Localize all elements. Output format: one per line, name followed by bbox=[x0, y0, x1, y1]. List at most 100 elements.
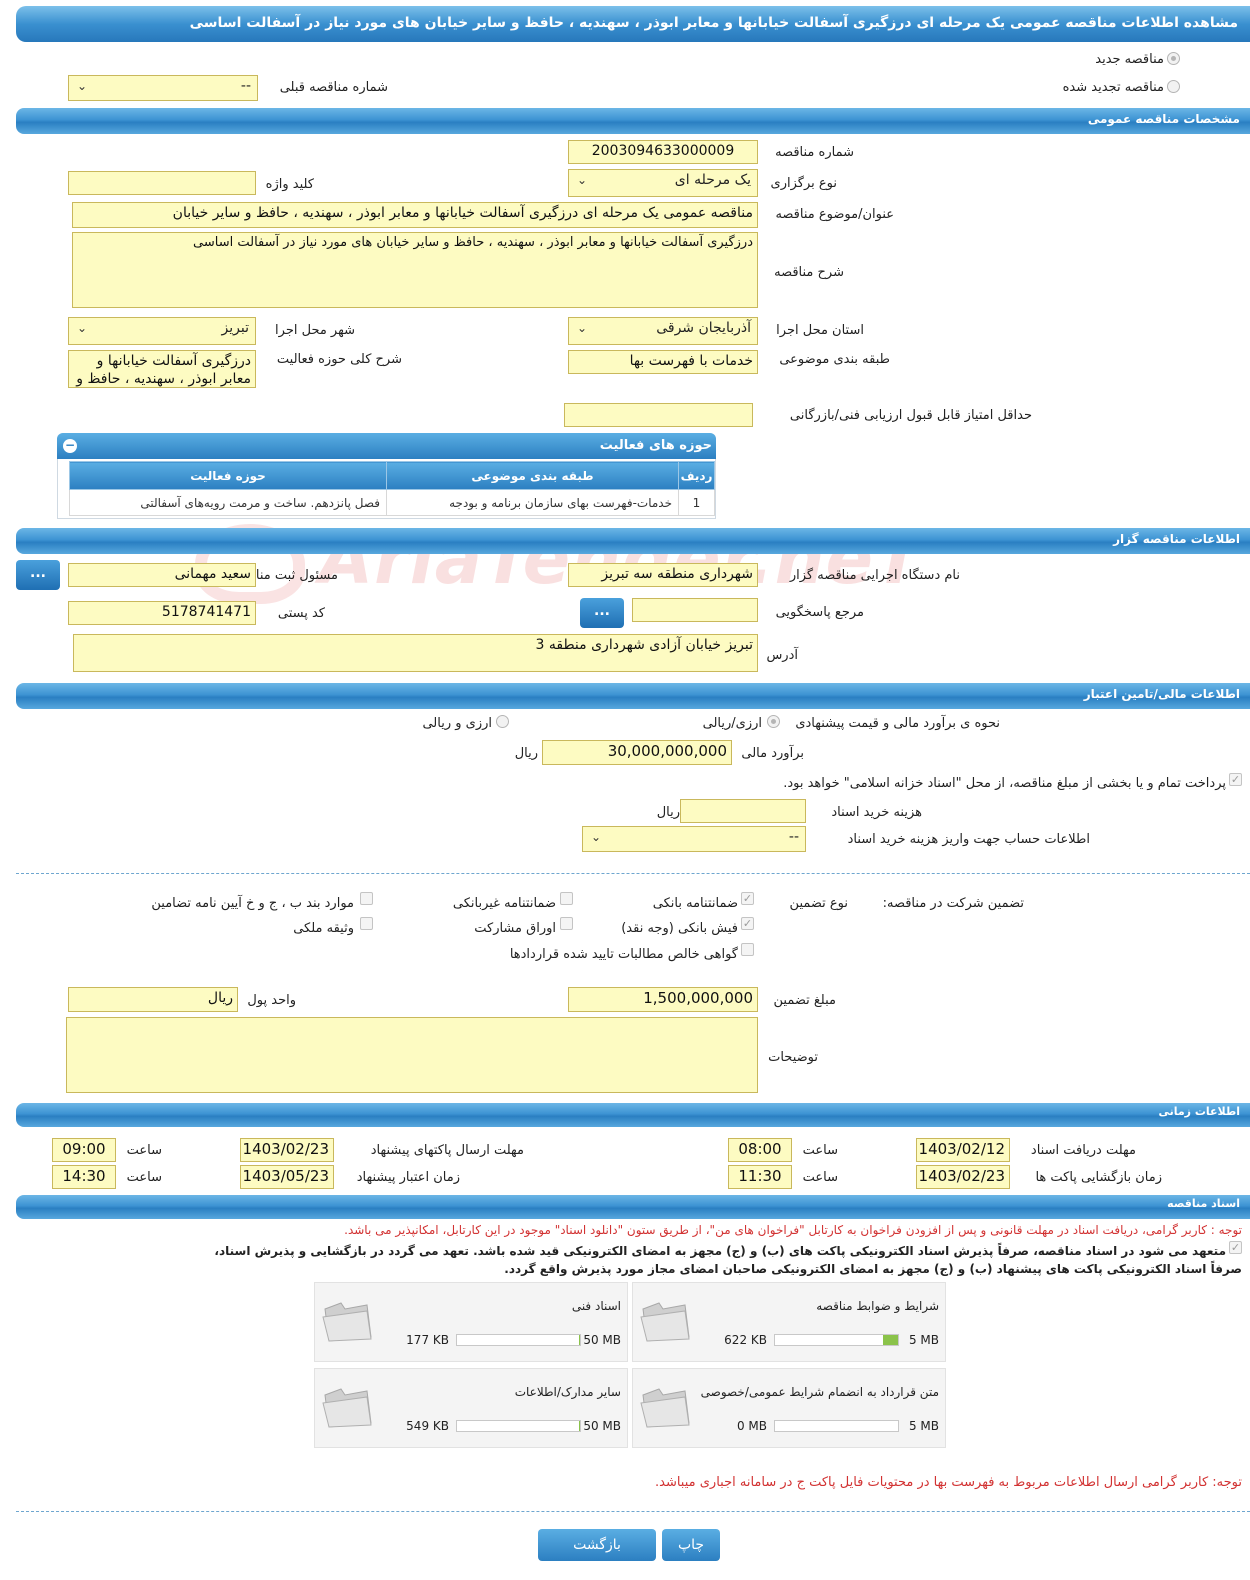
holding-type-select[interactable]: یک مرحله ای ⌄ bbox=[568, 169, 758, 197]
holding-type-label: نوع برگزاری bbox=[770, 176, 837, 191]
doc-receive-label: مهلت دریافت اسناد bbox=[1030, 1143, 1136, 1158]
treasury-checkbox[interactable]: ✓ bbox=[1229, 773, 1242, 786]
doc-progress bbox=[774, 1334, 899, 1346]
organizer-section-header: اطلاعات مناقصه گزار bbox=[16, 528, 1250, 554]
doc-card-other[interactable]: سایر مدارک/اطلاعات 50 MB 549 KB bbox=[314, 1368, 628, 1448]
doc-size: 177 KB bbox=[406, 1333, 449, 1347]
min-score-field[interactable] bbox=[564, 403, 753, 427]
keyword-field[interactable] bbox=[68, 171, 256, 195]
collapse-icon[interactable]: − bbox=[63, 439, 77, 453]
divider bbox=[16, 1511, 1250, 1512]
doc-title: سایر مدارک/اطلاعات bbox=[514, 1385, 621, 1399]
address-field[interactable]: تبریز خیابان آزادی شهرداری منطقه 3 bbox=[73, 634, 758, 672]
notes-label: توضیحات bbox=[768, 1050, 818, 1065]
participation-bonds-checkbox[interactable] bbox=[560, 917, 573, 930]
keyword-label: کلید واژه bbox=[265, 177, 314, 192]
doc-receive-time[interactable]: 08:00 bbox=[728, 1138, 792, 1162]
doc-size: 0 MB bbox=[736, 1419, 767, 1433]
province-select[interactable]: آذربایجان شرقی ⌄ bbox=[568, 317, 758, 345]
activity-desc-label: شرح کلی حوزه فعالیت bbox=[276, 352, 402, 367]
property-collateral-label: وثیقه ملکی bbox=[293, 921, 354, 936]
estimate-method-label: نحوه ی برآورد مالی و قیمت پیشنهادی bbox=[795, 716, 1000, 731]
category-label: طبقه بندی موضوعی bbox=[779, 352, 890, 367]
subject-field[interactable]: مناقصه عمومی یک مرحله ای درزگیری آسفالت … bbox=[72, 202, 758, 228]
col-field-header: حوزه فعالیت bbox=[69, 461, 387, 490]
province-label: استان محل اجرا bbox=[776, 323, 864, 338]
doc-progress bbox=[456, 1420, 581, 1432]
city-label: شهر محل اجرا bbox=[275, 323, 355, 338]
folder-icon bbox=[640, 1302, 690, 1342]
description-field[interactable]: درزگیری آسفالت خیابانها و معابر ابوذر ، … bbox=[72, 232, 758, 308]
bank-receipt-checkbox[interactable]: ✓ bbox=[741, 917, 754, 930]
activities-table: ردیف طبقه بندی موضوعی حوزه فعالیت 1 خدما… bbox=[69, 461, 715, 516]
clauses-checkbox[interactable] bbox=[360, 892, 373, 905]
property-collateral-checkbox[interactable] bbox=[360, 917, 373, 930]
download-notice: توجه : کاربر گرامی، دریافت اسناد در مهلت… bbox=[344, 1223, 1242, 1237]
category-field[interactable]: خدمات با فهرست بها bbox=[568, 350, 758, 374]
new-tender-radio[interactable] bbox=[1167, 52, 1180, 65]
table-row: 1 خدمات-فهرست بهای سازمان برنامه و بودجه… bbox=[69, 489, 715, 516]
estimate-field[interactable]: 30,000,000,000 bbox=[542, 740, 732, 765]
guarantee-type-label: نوع تضمین bbox=[789, 896, 848, 911]
nonbank-guarantee-checkbox[interactable] bbox=[560, 892, 573, 905]
folder-icon bbox=[322, 1302, 372, 1342]
responder-field[interactable] bbox=[632, 598, 758, 622]
doc-card-technical[interactable]: اسناد فنی 50 MB 177 KB bbox=[314, 1282, 628, 1362]
nonbank-guarantee-label: ضمانتنامه غیربانکی bbox=[452, 896, 556, 911]
tender-number-field[interactable]: 2003094633000009 bbox=[568, 140, 758, 164]
back-button[interactable]: بازگشت bbox=[538, 1529, 656, 1561]
doc-progress bbox=[456, 1334, 581, 1346]
chevron-down-icon: ⌄ bbox=[591, 830, 602, 844]
claims-certificate-checkbox[interactable] bbox=[741, 943, 754, 956]
doc-max: 5 MB bbox=[908, 1333, 939, 1347]
col-category-header: طبقه بندی موضوعی bbox=[386, 461, 679, 490]
open-date[interactable]: 1403/02/23 bbox=[916, 1165, 1010, 1189]
submit-date[interactable]: 1403/02/23 bbox=[240, 1138, 334, 1162]
commitment-checkbox[interactable]: ✓ bbox=[1229, 1241, 1242, 1254]
chevron-down-icon: ⌄ bbox=[77, 79, 88, 93]
doc-size: 622 KB bbox=[724, 1333, 767, 1347]
address-label: آدرس bbox=[766, 648, 798, 663]
registrar-field[interactable]: سعید مهمانی bbox=[68, 563, 256, 587]
guarantee-label: تضمین شرکت در مناقصه: bbox=[882, 896, 1024, 911]
open-time-label: ساعت bbox=[802, 1170, 838, 1185]
rial-radio[interactable] bbox=[767, 715, 780, 728]
registrar-lookup-button[interactable]: ... bbox=[16, 560, 60, 590]
min-score-label: حداقل امتیاز قابل قبول ارزیابی فنی/بازرگ… bbox=[789, 408, 1032, 423]
bank-guarantee-checkbox[interactable]: ✓ bbox=[741, 892, 754, 905]
doc-max: 5 MB bbox=[908, 1419, 939, 1433]
org-field[interactable]: شهرداری منطقه سه تبریز bbox=[568, 563, 758, 587]
timing-section-header: اطلاعات زمانی bbox=[16, 1103, 1250, 1127]
postal-code-field[interactable]: 5178741471 bbox=[68, 601, 256, 625]
claims-certificate-label: گواهی خالص مطالبات تایید شده قراردادها bbox=[509, 947, 738, 962]
fx-rial-radio[interactable] bbox=[496, 715, 509, 728]
submit-time[interactable]: 09:00 bbox=[52, 1138, 116, 1162]
doc-card-contract[interactable]: متن قرارداد به انضمام شرایط عمومی/خصوصی … bbox=[632, 1368, 946, 1448]
clauses-label: موارد بند ب ، ج و خ آیین نامه تضامین bbox=[151, 896, 354, 911]
doc-progress-fill bbox=[578, 1335, 580, 1345]
chevron-down-icon: ⌄ bbox=[577, 321, 588, 335]
responder-lookup-button[interactable]: ... bbox=[580, 598, 624, 628]
account-select[interactable]: -- ⌄ bbox=[582, 826, 806, 852]
doc-card-conditions[interactable]: شرایط و ضوابط مناقصه 5 MB 622 KB bbox=[632, 1282, 946, 1362]
validity-date[interactable]: 1403/05/23 bbox=[240, 1165, 334, 1189]
guarantee-amount-label: مبلغ تضمین bbox=[773, 993, 836, 1008]
activity-desc-field[interactable]: درزگیری آسفالت خیابانها و معابر ابوذر ، … bbox=[68, 350, 256, 388]
validity-time[interactable]: 14:30 bbox=[52, 1165, 116, 1189]
renewed-tender-radio[interactable] bbox=[1167, 80, 1180, 93]
open-time[interactable]: 11:30 bbox=[728, 1165, 792, 1189]
doc-progress-fill bbox=[578, 1421, 580, 1431]
prev-number-select[interactable]: -- ⌄ bbox=[68, 75, 258, 101]
chevron-down-icon: ⌄ bbox=[77, 321, 88, 335]
doc-progress bbox=[774, 1420, 899, 1432]
notes-field[interactable] bbox=[66, 1017, 758, 1093]
activities-panel-header: حوزه های فعالیت − bbox=[57, 433, 716, 459]
print-button[interactable]: چاپ bbox=[662, 1529, 720, 1561]
col-row-header: ردیف bbox=[678, 461, 715, 490]
currency-field[interactable]: ریال bbox=[68, 987, 238, 1012]
doc-progress-fill bbox=[883, 1335, 898, 1345]
doc-cost-field[interactable] bbox=[680, 799, 806, 823]
city-select[interactable]: تبریز ⌄ bbox=[68, 317, 256, 345]
doc-receive-date[interactable]: 1403/02/12 bbox=[916, 1138, 1010, 1162]
guarantee-amount-field[interactable]: 1,500,000,000 bbox=[568, 987, 758, 1012]
